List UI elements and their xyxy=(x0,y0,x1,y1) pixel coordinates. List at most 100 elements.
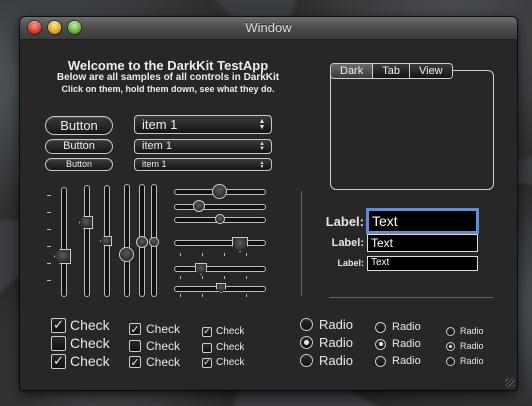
checkbox-small-3[interactable]: ✓ Check xyxy=(202,357,244,368)
resize-grip-icon[interactable] xyxy=(505,378,515,388)
radio-circle xyxy=(300,354,313,367)
vertical-separator xyxy=(301,191,302,296)
radio-medium-1[interactable]: Radio xyxy=(375,321,421,333)
vslider-4-knob[interactable] xyxy=(119,247,134,262)
hslider-3-knob[interactable] xyxy=(215,214,225,224)
vslider-1-knob[interactable] xyxy=(54,249,71,264)
checkbox-large-2[interactable]: Check xyxy=(51,335,110,351)
popup-arrows-icon: ▲ ▼ xyxy=(259,140,265,152)
vslider-6-knob[interactable] xyxy=(149,237,159,247)
radio-label: Radio xyxy=(460,341,484,351)
popup-medium-value: item 1 xyxy=(142,140,172,152)
textfield-small[interactable]: Text xyxy=(367,256,478,271)
popup-arrows-icon: ▲ ▼ xyxy=(258,117,266,131)
radio-label: Radio xyxy=(392,338,421,350)
checkbox-medium-1[interactable]: ✓ Check xyxy=(129,322,180,336)
radio-large-1[interactable]: Radio xyxy=(300,317,353,332)
slider-tick xyxy=(47,263,51,264)
popup-large-value: item 1 xyxy=(142,117,178,132)
hslider-5[interactable] xyxy=(174,266,266,272)
slider-tick xyxy=(180,253,181,256)
horizontal-separator xyxy=(329,297,493,298)
textfield-label-small: Label: xyxy=(337,258,364,268)
hslider-5-knob[interactable] xyxy=(195,263,207,275)
tab-view-tab[interactable]: View xyxy=(409,64,452,78)
check-mark-icon: ✓ xyxy=(129,356,141,369)
radio-small-2[interactable]: Radio xyxy=(446,341,484,351)
checkbox-medium-3[interactable]: ✓ Check xyxy=(129,355,180,369)
slider-tick xyxy=(47,195,51,196)
check-mark-icon: ✓ xyxy=(202,357,212,368)
vslider-2-knob[interactable] xyxy=(79,216,93,229)
popup-large[interactable]: item 1 ▲ ▼ xyxy=(134,115,272,134)
checkbox-label: Check xyxy=(146,339,181,353)
radio-large-2[interactable]: Radio xyxy=(300,335,353,350)
textfield-large-value: Text xyxy=(372,213,398,229)
textfield-label-large: Label: xyxy=(325,214,364,229)
checkbox-large-3[interactable]: ✓ Check xyxy=(51,353,110,369)
textfield-medium-value: Text xyxy=(371,236,394,250)
checkbox-box xyxy=(129,340,141,352)
radio-label: Radio xyxy=(319,317,353,332)
radio-label: Radio xyxy=(460,326,484,336)
checkbox-label: Check xyxy=(216,342,245,353)
radio-small-3[interactable]: Radio xyxy=(446,356,484,366)
hslider-4[interactable] xyxy=(174,240,266,246)
slider-tick xyxy=(246,276,247,279)
radio-large-3[interactable]: Radio xyxy=(300,353,353,368)
popup-medium[interactable]: item 1 ▲ ▼ xyxy=(134,139,272,154)
checkbox-small-2[interactable]: Check xyxy=(202,342,244,353)
textfield-label-medium: Label: xyxy=(331,237,364,249)
radio-selected-icon xyxy=(375,338,386,350)
radio-circle xyxy=(375,321,386,333)
main-window: Window Welcome to the DarkKit TestApp Be… xyxy=(20,17,517,390)
textfield-medium[interactable]: Text xyxy=(367,234,478,252)
radio-label: Radio xyxy=(392,321,421,333)
tab-dark[interactable]: Dark xyxy=(331,64,374,78)
checkbox-small-1[interactable]: ✓ Check xyxy=(202,326,244,337)
button-large[interactable]: Button xyxy=(45,116,113,135)
radio-selected-icon xyxy=(300,336,313,349)
vslider-5-knob[interactable] xyxy=(136,236,148,248)
checkbox-label: Check xyxy=(70,353,110,369)
radio-circle xyxy=(446,356,455,366)
radio-medium-3[interactable]: Radio xyxy=(375,355,421,367)
radio-label: Radio xyxy=(319,353,353,368)
vslider-2[interactable] xyxy=(84,185,90,297)
tab-tab[interactable]: Tab xyxy=(373,64,410,78)
hslider-2-knob[interactable] xyxy=(193,200,205,212)
checkbox-medium-2[interactable]: Check xyxy=(129,339,180,353)
title-bar[interactable]: Window xyxy=(20,17,517,40)
hslider-1-knob[interactable] xyxy=(212,184,227,199)
slider-tick xyxy=(246,253,247,256)
popup-small[interactable]: item 1 ▲ ▼ xyxy=(134,158,272,171)
slider-tick xyxy=(224,253,225,256)
button-small[interactable]: Button xyxy=(45,158,113,171)
checkbox-label: Check xyxy=(146,322,181,336)
vslider-1[interactable] xyxy=(61,187,67,297)
radio-small-1[interactable]: Radio xyxy=(446,326,484,336)
welcome-hint: Click on them, hold them down, see what … xyxy=(61,84,275,94)
hslider-4-knob[interactable] xyxy=(232,237,248,252)
slider-tick xyxy=(180,294,181,297)
radio-medium-2[interactable]: Radio xyxy=(375,338,421,350)
slider-tick xyxy=(47,229,51,230)
checkbox-large-1[interactable]: ✓ Check xyxy=(51,317,110,333)
slider-tick xyxy=(47,280,51,281)
radio-circle xyxy=(375,355,386,367)
radio-circle xyxy=(300,318,313,331)
popup-small-value: item 1 xyxy=(142,159,167,169)
hslider-2[interactable] xyxy=(174,204,266,210)
slider-tick xyxy=(246,294,247,297)
textfield-large[interactable]: Text xyxy=(368,210,477,232)
radio-label: Radio xyxy=(460,356,484,366)
vslider-4[interactable] xyxy=(124,184,130,297)
checkbox-label: Check xyxy=(216,326,245,337)
slider-tick xyxy=(202,294,203,297)
check-mark-icon: ✓ xyxy=(202,326,212,337)
button-medium[interactable]: Button xyxy=(45,139,113,154)
vslider-3-knob[interactable] xyxy=(100,236,112,246)
checkbox-label: Check xyxy=(146,355,181,369)
radio-selected-icon xyxy=(446,341,455,351)
tab-bar: Dark Tab View xyxy=(330,63,453,79)
